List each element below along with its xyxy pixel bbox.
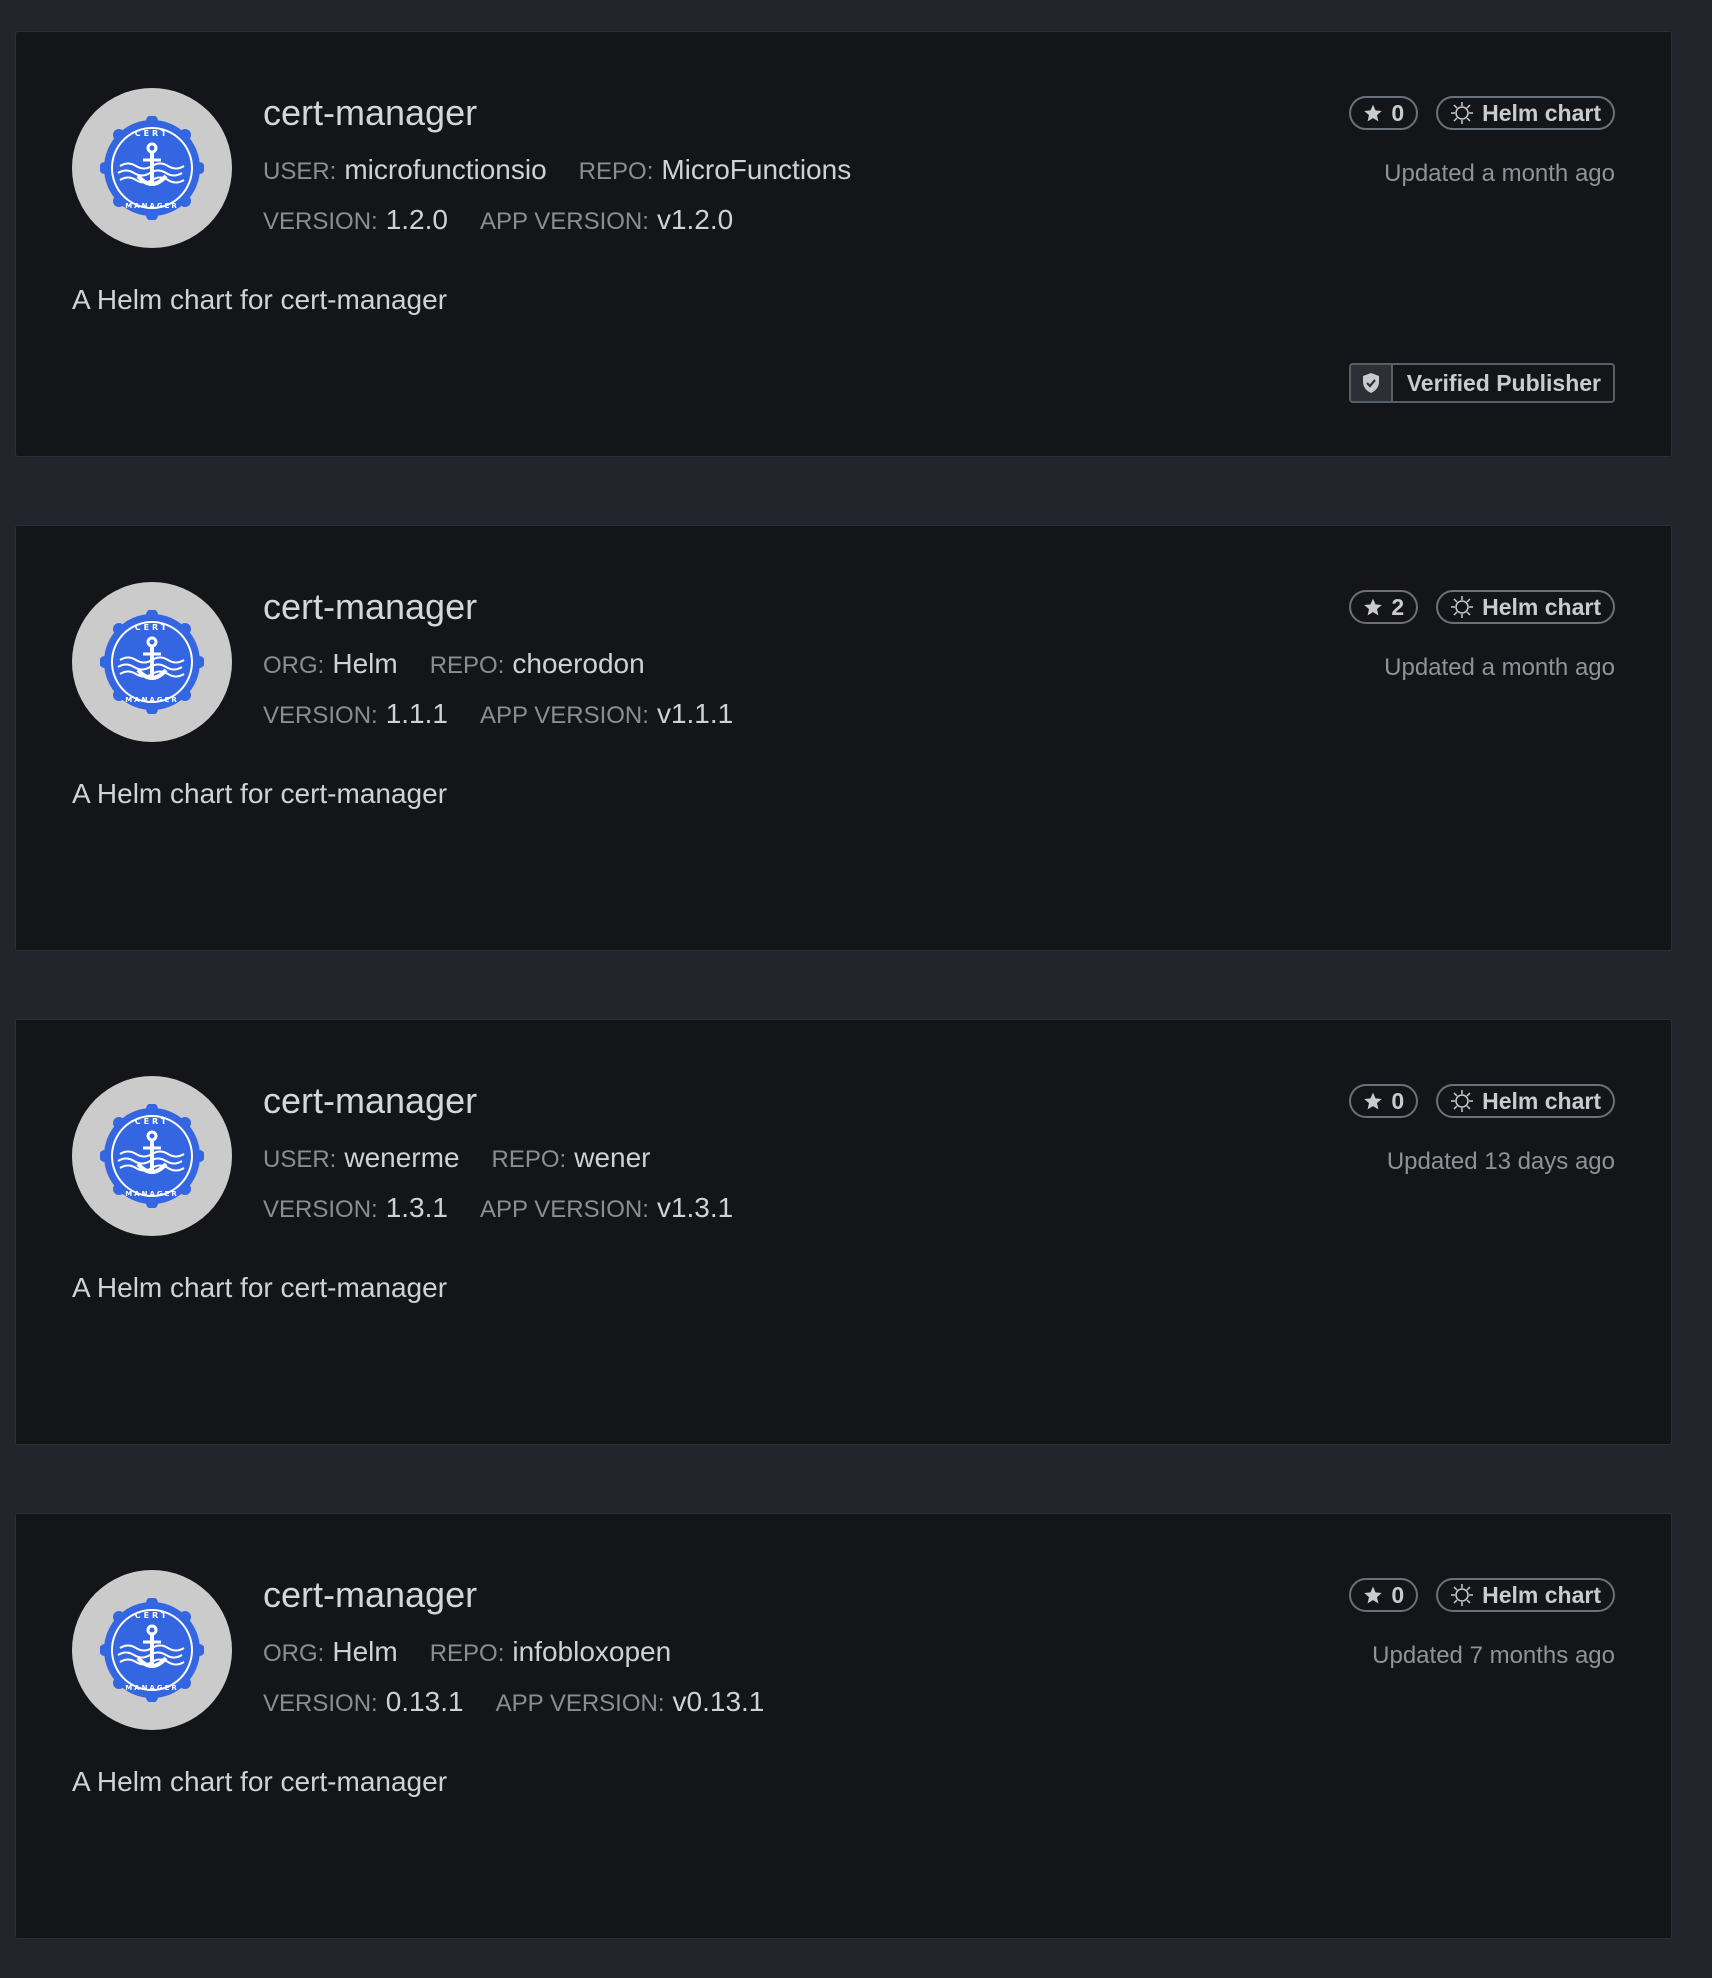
kind-badge: Helm chart bbox=[1436, 1084, 1615, 1118]
package-description: A Helm chart for cert-manager bbox=[72, 1766, 448, 1797]
star-icon bbox=[1364, 1092, 1383, 1110]
kind-label: Helm chart bbox=[1482, 593, 1601, 620]
star-icon bbox=[1364, 104, 1383, 122]
helm-icon bbox=[1451, 102, 1474, 124]
package-description: A Helm chart for cert-manager bbox=[72, 1272, 448, 1303]
stars-badge: 0 bbox=[1349, 1084, 1419, 1118]
app-version-label: APP VERSION: bbox=[479, 1196, 649, 1223]
kind-label: Helm chart bbox=[1482, 99, 1601, 126]
verified-label: Verified Publisher bbox=[1406, 369, 1601, 396]
cert-manager-logo-icon: CERT MANAGER bbox=[72, 1570, 232, 1730]
owner-label: ORG: bbox=[263, 652, 325, 679]
badges: 0 Helm chart bbox=[1349, 96, 1615, 130]
owner-repo-row: ORG: Helm REPO: infobloxopen bbox=[263, 1636, 671, 1668]
package-card[interactable]: CERT MANAGER cert-manager USER: wenerme RE… bbox=[15, 1019, 1672, 1445]
version-label: VERSION: bbox=[263, 1690, 378, 1717]
svg-text:CERT: CERT bbox=[135, 623, 170, 632]
updated-time: Updated 7 months ago bbox=[1372, 1642, 1615, 1669]
package-title[interactable]: cert-manager bbox=[263, 1574, 477, 1616]
verified-publisher-badge: Verified Publisher bbox=[1348, 363, 1615, 403]
kind-label: Helm chart bbox=[1482, 1581, 1601, 1608]
kind-label: Helm chart bbox=[1482, 1087, 1601, 1114]
stars-count: 0 bbox=[1391, 1581, 1405, 1608]
package-card[interactable]: CERT MANAGER cert-manager ORG: Helm REPO: i… bbox=[15, 1513, 1672, 1939]
svg-text:CERT: CERT bbox=[135, 1611, 170, 1620]
package-description: A Helm chart for cert-manager bbox=[72, 284, 448, 315]
updated-time: Updated a month ago bbox=[1384, 160, 1615, 187]
svg-text:MANAGER: MANAGER bbox=[125, 202, 179, 210]
version-row: VERSION: 1.3.1 APP VERSION: v1.3.1 bbox=[263, 1192, 733, 1224]
kind-badge: Helm chart bbox=[1436, 96, 1615, 130]
shield-check-icon bbox=[1362, 373, 1379, 393]
repo-link[interactable]: wener bbox=[574, 1142, 650, 1173]
owner-link[interactable]: Helm bbox=[332, 1636, 397, 1667]
stars-count: 0 bbox=[1391, 99, 1405, 126]
version-row: VERSION: 1.1.1 APP VERSION: v1.1.1 bbox=[263, 698, 733, 730]
helm-icon bbox=[1451, 1584, 1474, 1606]
package-title[interactable]: cert-manager bbox=[263, 92, 477, 134]
helm-icon bbox=[1451, 1090, 1474, 1112]
stars-badge: 0 bbox=[1349, 96, 1419, 130]
badges: 0 Helm chart bbox=[1349, 1084, 1615, 1118]
svg-text:MANAGER: MANAGER bbox=[125, 696, 179, 704]
owner-label: USER: bbox=[263, 1146, 337, 1173]
kind-badge: Helm chart bbox=[1436, 1578, 1615, 1612]
svg-text:CERT: CERT bbox=[135, 1117, 170, 1126]
package-title[interactable]: cert-manager bbox=[263, 1080, 477, 1122]
version-label: VERSION: bbox=[263, 208, 378, 235]
owner-repo-row: USER: wenerme REPO: wener bbox=[263, 1142, 650, 1174]
stars-count: 0 bbox=[1391, 1087, 1405, 1114]
package-card[interactable]: CERT MANAGER cert-manager ORG: Helm REPO: c… bbox=[15, 525, 1672, 951]
badges: 2 Helm chart bbox=[1349, 590, 1615, 624]
app-version-value: v0.13.1 bbox=[672, 1686, 765, 1717]
app-version-value: v1.1.1 bbox=[656, 698, 734, 729]
repo-label: REPO: bbox=[491, 1146, 567, 1173]
version-value: 1.2.0 bbox=[385, 204, 448, 235]
owner-label: ORG: bbox=[263, 1640, 325, 1667]
repo-link[interactable]: MicroFunctions bbox=[661, 154, 851, 185]
owner-link[interactable]: microfunctionsio bbox=[344, 154, 546, 185]
version-label: VERSION: bbox=[263, 702, 378, 729]
version-label: VERSION: bbox=[263, 1196, 378, 1223]
svg-text:MANAGER: MANAGER bbox=[125, 1190, 179, 1198]
owner-repo-row: ORG: Helm REPO: choerodon bbox=[263, 648, 645, 680]
repo-link[interactable]: choerodon bbox=[512, 648, 644, 679]
cert-manager-logo-icon: CERT MANAGER bbox=[72, 1076, 232, 1236]
kind-badge: Helm chart bbox=[1436, 590, 1615, 624]
helm-icon bbox=[1451, 596, 1474, 618]
package-description: A Helm chart for cert-manager bbox=[72, 778, 448, 809]
star-icon bbox=[1364, 598, 1383, 616]
app-version-value: v1.2.0 bbox=[656, 204, 734, 235]
repo-link[interactable]: infobloxopen bbox=[512, 1636, 671, 1667]
stars-count: 2 bbox=[1391, 593, 1405, 620]
version-value: 1.3.1 bbox=[385, 1192, 448, 1223]
version-value: 1.1.1 bbox=[385, 698, 448, 729]
owner-link[interactable]: Helm bbox=[332, 648, 397, 679]
stars-badge: 2 bbox=[1349, 590, 1419, 624]
owner-repo-row: USER: microfunctionsio REPO: MicroFunctions bbox=[263, 154, 851, 186]
version-row: VERSION: 0.13.1 APP VERSION: v0.13.1 bbox=[263, 1686, 764, 1718]
cert-manager-logo-icon: CERT MANAGER bbox=[72, 582, 232, 742]
repo-label: REPO: bbox=[429, 652, 505, 679]
owner-link[interactable]: wenerme bbox=[344, 1142, 459, 1173]
app-version-value: v1.3.1 bbox=[656, 1192, 734, 1223]
cert-manager-logo-icon: CERT MANAGER bbox=[72, 88, 232, 248]
updated-time: Updated 13 days ago bbox=[1386, 1148, 1615, 1175]
stars-badge: 0 bbox=[1349, 1578, 1419, 1612]
version-row: VERSION: 1.2.0 APP VERSION: v1.2.0 bbox=[263, 204, 733, 236]
star-icon bbox=[1364, 1586, 1383, 1604]
badges: 0 Helm chart bbox=[1349, 1578, 1615, 1612]
package-card[interactable]: CERT MANAGER cert-manager USER: microfunc… bbox=[15, 31, 1672, 457]
updated-time: Updated a month ago bbox=[1384, 654, 1615, 681]
package-title[interactable]: cert-manager bbox=[263, 586, 477, 628]
repo-label: REPO: bbox=[578, 158, 654, 185]
svg-text:CERT: CERT bbox=[135, 129, 170, 138]
app-version-label: APP VERSION: bbox=[495, 1690, 665, 1717]
app-version-label: APP VERSION: bbox=[479, 208, 649, 235]
svg-text:MANAGER: MANAGER bbox=[125, 1684, 179, 1692]
repo-label: REPO: bbox=[429, 1640, 505, 1667]
owner-label: USER: bbox=[263, 158, 337, 185]
version-value: 0.13.1 bbox=[385, 1686, 464, 1717]
app-version-label: APP VERSION: bbox=[479, 702, 649, 729]
